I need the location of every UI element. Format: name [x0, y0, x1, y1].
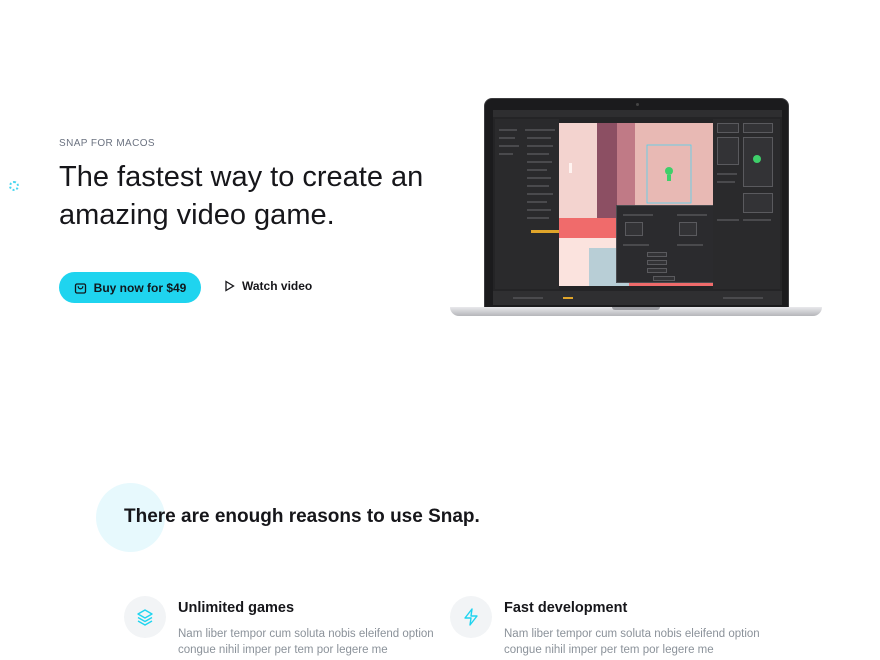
watch-video-button[interactable]: Watch video: [224, 279, 312, 293]
decorative-dot: [9, 181, 19, 191]
watch-video-label: Watch video: [242, 279, 313, 293]
editor-hierarchy-panel: [495, 119, 559, 289]
lightning-icon: [450, 596, 492, 638]
layers-icon: [124, 596, 166, 638]
hero-eyebrow: SNAP FOR MACOS: [59, 138, 155, 149]
selected-tree-item: [531, 230, 559, 233]
feature-title: Fast development: [504, 600, 628, 616]
reasons-heading: There are enough reasons to use Snap.: [124, 506, 480, 527]
editor-dialog: [616, 205, 716, 283]
hero-title: The fastest way to create an amazing vid…: [59, 161, 424, 231]
laptop-notch: [612, 307, 660, 310]
feature-description: Nam liber tempor cum soluta nobis eleife…: [504, 628, 760, 656]
buy-now-button[interactable]: Buy now for $49: [59, 272, 201, 303]
laptop-mockup-image: [450, 98, 822, 320]
feature-description: Nam liber tempor cum soluta nobis eleife…: [178, 628, 434, 656]
play-icon: [224, 280, 235, 292]
editor-toolbar: [493, 110, 782, 117]
shopping-bag-icon: [74, 281, 87, 294]
editor-screenshot: [493, 110, 782, 305]
buy-now-label: Buy now for $49: [93, 280, 187, 295]
laptop-camera: [636, 103, 639, 106]
feature-title: Unlimited games: [178, 600, 295, 616]
laptop-lid: [484, 98, 789, 310]
editor-timeline: [493, 291, 782, 305]
editor-inspector-panel: [713, 119, 780, 289]
